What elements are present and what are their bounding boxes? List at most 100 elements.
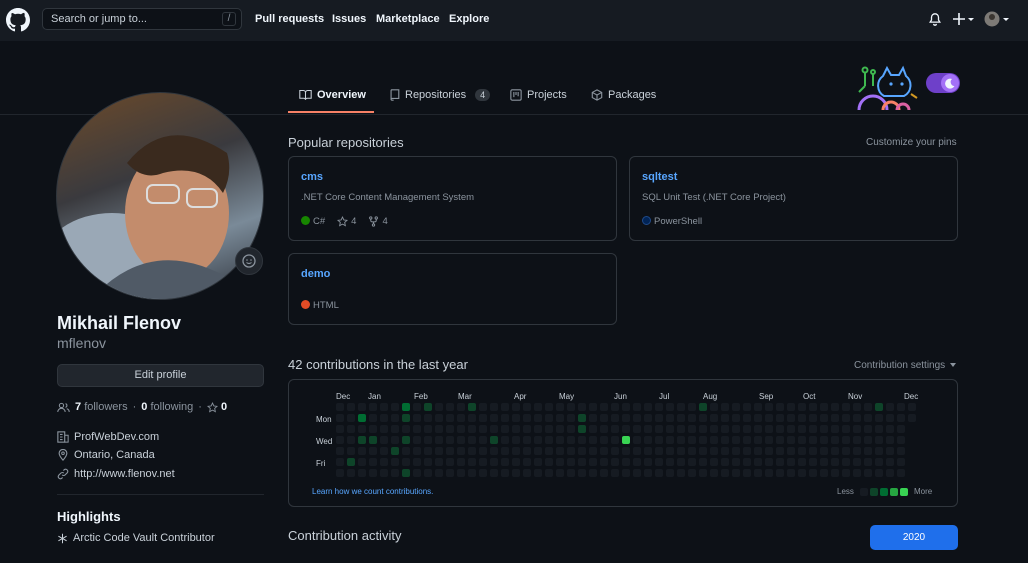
- user-avatar-menu[interactable]: [984, 11, 1010, 27]
- contribution-day-cell[interactable]: [490, 458, 498, 466]
- contribution-day-cell[interactable]: [798, 447, 806, 455]
- contribution-day-cell[interactable]: [391, 425, 399, 433]
- contribution-day-cell[interactable]: [457, 436, 465, 444]
- contribution-day-cell[interactable]: [908, 403, 916, 411]
- contribution-day-cell[interactable]: [864, 458, 872, 466]
- contribution-day-cell[interactable]: [567, 447, 575, 455]
- contribution-day-cell[interactable]: [358, 469, 366, 477]
- contribution-day-cell[interactable]: [501, 458, 509, 466]
- contribution-day-cell[interactable]: [424, 414, 432, 422]
- contribution-day-cell[interactable]: [545, 447, 553, 455]
- contribution-day-cell[interactable]: [666, 447, 674, 455]
- contribution-day-cell[interactable]: [732, 458, 740, 466]
- contribution-day-cell[interactable]: [424, 425, 432, 433]
- contribution-day-cell[interactable]: [457, 403, 465, 411]
- repo-name-link[interactable]: demo: [301, 268, 330, 280]
- contribution-day-cell[interactable]: [677, 414, 685, 422]
- edit-profile-button[interactable]: Edit profile: [57, 364, 264, 387]
- contribution-day-cell[interactable]: [611, 469, 619, 477]
- contribution-day-cell[interactable]: [446, 403, 454, 411]
- contribution-day-cell[interactable]: [787, 414, 795, 422]
- contribution-day-cell[interactable]: [457, 469, 465, 477]
- contribution-day-cell[interactable]: [358, 436, 366, 444]
- contribution-day-cell[interactable]: [380, 469, 388, 477]
- contribution-day-cell[interactable]: [886, 414, 894, 422]
- contribution-day-cell[interactable]: [820, 403, 828, 411]
- contribution-day-cell[interactable]: [479, 414, 487, 422]
- contribution-day-cell[interactable]: [644, 403, 652, 411]
- contribution-day-cell[interactable]: [369, 403, 377, 411]
- contribution-day-cell[interactable]: [402, 425, 410, 433]
- contribution-day-cell[interactable]: [468, 447, 476, 455]
- contribution-day-cell[interactable]: [402, 447, 410, 455]
- contribution-day-cell[interactable]: [732, 436, 740, 444]
- contribution-day-cell[interactable]: [754, 458, 762, 466]
- contribution-day-cell[interactable]: [534, 469, 542, 477]
- contribution-day-cell[interactable]: [633, 469, 641, 477]
- learn-contributions-link[interactable]: Learn how we count contributions.: [312, 487, 433, 496]
- contribution-day-cell[interactable]: [688, 469, 696, 477]
- contribution-day-cell[interactable]: [523, 469, 531, 477]
- contribution-day-cell[interactable]: [666, 425, 674, 433]
- contribution-day-cell[interactable]: [600, 469, 608, 477]
- contribution-day-cell[interactable]: [556, 403, 564, 411]
- followers-link[interactable]: 7 followers: [75, 401, 128, 413]
- contribution-day-cell[interactable]: [688, 458, 696, 466]
- contribution-day-cell[interactable]: [435, 458, 443, 466]
- contribution-day-cell[interactable]: [468, 436, 476, 444]
- contribution-day-cell[interactable]: [831, 447, 839, 455]
- contribution-day-cell[interactable]: [897, 436, 905, 444]
- contribution-day-cell[interactable]: [523, 436, 531, 444]
- contribution-day-cell[interactable]: [864, 414, 872, 422]
- contribution-day-cell[interactable]: [809, 469, 817, 477]
- contribution-day-cell[interactable]: [435, 436, 443, 444]
- contribution-day-cell[interactable]: [721, 425, 729, 433]
- contribution-day-cell[interactable]: [644, 436, 652, 444]
- contribution-day-cell[interactable]: [666, 414, 674, 422]
- contribution-day-cell[interactable]: [490, 414, 498, 422]
- tab-repositories[interactable]: Repositories 4: [389, 89, 491, 104]
- contribution-day-cell[interactable]: [446, 414, 454, 422]
- contribution-day-cell[interactable]: [743, 436, 751, 444]
- contribution-day-cell[interactable]: [699, 436, 707, 444]
- contribution-day-cell[interactable]: [842, 469, 850, 477]
- contribution-day-cell[interactable]: [842, 447, 850, 455]
- contribution-day-cell[interactable]: [424, 447, 432, 455]
- contribution-day-cell[interactable]: [787, 436, 795, 444]
- contribution-day-cell[interactable]: [732, 447, 740, 455]
- contribution-day-cell[interactable]: [721, 403, 729, 411]
- contribution-day-cell[interactable]: [655, 414, 663, 422]
- contribution-day-cell[interactable]: [523, 458, 531, 466]
- contribution-day-cell[interactable]: [688, 403, 696, 411]
- contribution-day-cell[interactable]: [743, 403, 751, 411]
- contribution-day-cell[interactable]: [446, 425, 454, 433]
- contribution-day-cell[interactable]: [512, 458, 520, 466]
- contribution-day-cell[interactable]: [578, 414, 586, 422]
- contribution-day-cell[interactable]: [336, 425, 344, 433]
- contribution-day-cell[interactable]: [688, 425, 696, 433]
- customize-pins-link[interactable]: Customize your pins: [866, 137, 957, 148]
- contribution-day-cell[interactable]: [468, 425, 476, 433]
- contribution-day-cell[interactable]: [424, 458, 432, 466]
- contribution-day-cell[interactable]: [897, 403, 905, 411]
- contribution-day-cell[interactable]: [864, 403, 872, 411]
- contribution-day-cell[interactable]: [622, 425, 630, 433]
- contribution-day-cell[interactable]: [732, 414, 740, 422]
- contribution-day-cell[interactable]: [446, 447, 454, 455]
- contribution-day-cell[interactable]: [622, 458, 630, 466]
- contribution-day-cell[interactable]: [677, 458, 685, 466]
- repo-name-link[interactable]: sqltest: [642, 171, 677, 183]
- contribution-day-cell[interactable]: [655, 425, 663, 433]
- contribution-day-cell[interactable]: [578, 403, 586, 411]
- contribution-day-cell[interactable]: [688, 436, 696, 444]
- contribution-day-cell[interactable]: [875, 469, 883, 477]
- contribution-day-cell[interactable]: [743, 425, 751, 433]
- contribution-day-cell[interactable]: [886, 403, 894, 411]
- contribution-day-cell[interactable]: [765, 458, 773, 466]
- contribution-day-cell[interactable]: [743, 447, 751, 455]
- contribution-day-cell[interactable]: [622, 447, 630, 455]
- contribution-day-cell[interactable]: [380, 458, 388, 466]
- contribution-day-cell[interactable]: [589, 436, 597, 444]
- contribution-day-cell[interactable]: [787, 447, 795, 455]
- contribution-day-cell[interactable]: [446, 469, 454, 477]
